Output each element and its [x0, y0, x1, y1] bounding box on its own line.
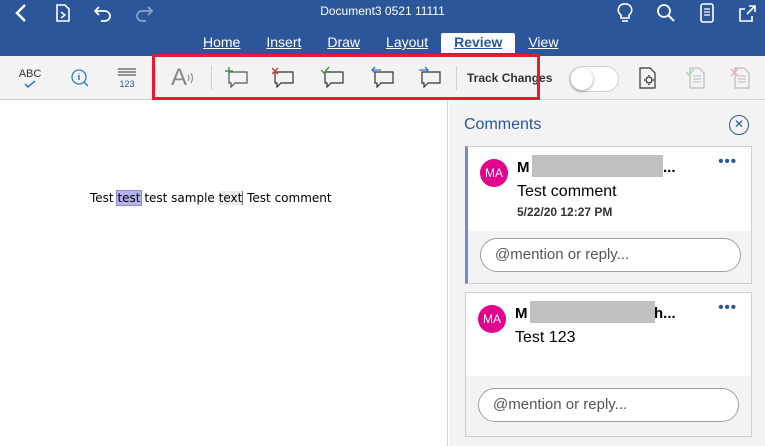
smart-lookup-button[interactable]	[66, 64, 94, 92]
lightbulb-icon[interactable]	[614, 2, 636, 24]
more-options-icon[interactable]: •••	[718, 299, 737, 316]
spelling-button[interactable]: ABC	[14, 64, 46, 92]
word-count-label: 123	[119, 79, 135, 89]
reply-area: @mention or reply...	[468, 231, 751, 283]
accept-change-button[interactable]	[682, 64, 710, 92]
comments-pane-title: Comments	[464, 116, 542, 133]
document-title: Document3 0521 11111	[320, 4, 445, 18]
comment-author-tail: h...	[654, 305, 676, 322]
document-settings-icon	[639, 67, 656, 89]
spelling-label: ABC	[18, 68, 42, 80]
tab-draw[interactable]: Draw	[314, 33, 373, 53]
markup-options-button[interactable]	[634, 64, 662, 92]
word-count-icon	[118, 68, 136, 76]
comment-timestamp: 5/22/20 12:27 PM	[517, 205, 613, 219]
close-icon[interactable]: ✕	[729, 115, 749, 135]
comment-author-tail: ...	[663, 159, 676, 176]
comment-card[interactable]: MA M h... ••• Test 123 @mention or reply…	[465, 292, 752, 437]
search-icon[interactable]	[655, 2, 677, 24]
smart-lookup-icon	[71, 69, 89, 87]
word-count-button[interactable]: 123	[112, 64, 142, 92]
comment-text: Test comment	[517, 183, 617, 200]
comment-author: M	[517, 159, 530, 176]
share-icon[interactable]	[736, 2, 758, 24]
accept-change-icon	[685, 67, 705, 89]
track-changes-toggle[interactable]	[569, 66, 619, 92]
ribbon-tabs: Home Insert Draw Layout Review View	[190, 33, 571, 53]
toggle-knob	[571, 68, 593, 90]
reject-change-button[interactable]	[727, 64, 755, 92]
avatar: MA	[478, 305, 506, 333]
tab-layout[interactable]: Layout	[373, 33, 441, 53]
tab-insert[interactable]: Insert	[253, 33, 314, 53]
reply-input[interactable]: @mention or reply...	[478, 388, 739, 422]
mobile-view-icon[interactable]	[696, 2, 718, 24]
comment-author: M	[515, 305, 528, 322]
tab-review[interactable]: Review	[441, 33, 516, 53]
doc-text-run: Test	[90, 191, 118, 205]
reject-change-icon	[730, 67, 750, 89]
more-options-icon[interactable]: •••	[718, 153, 737, 170]
document-paragraph[interactable]: Test test test sample text Test comment	[90, 190, 332, 206]
reply-area: @mention or reply...	[466, 376, 751, 436]
comments-pane: Comments ✕ MA M ... ••• Test comment 5/2…	[449, 101, 765, 446]
comment-text: Test 123	[515, 329, 576, 346]
commented-text[interactable]: test	[116, 190, 142, 206]
doc-text-run: test sample	[140, 191, 219, 205]
document-canvas[interactable]: Test test test sample text Test comment	[0, 101, 448, 446]
title-bar: Document3 0521 11111 Home Insert Draw La…	[0, 0, 765, 56]
tab-home[interactable]: Home	[190, 33, 253, 53]
doc-text-run: Test comment	[243, 191, 332, 205]
redacted-author-name	[530, 301, 655, 323]
commented-text[interactable]: text	[218, 191, 244, 205]
avatar: MA	[480, 159, 508, 187]
tab-view[interactable]: View	[515, 33, 571, 53]
comment-card[interactable]: MA M ... ••• Test comment 5/22/20 12:27 …	[465, 146, 752, 284]
annotation-highlight-box	[152, 54, 540, 100]
checkmark-icon	[24, 80, 36, 88]
reply-input[interactable]: @mention or reply...	[480, 238, 741, 272]
redacted-author-name	[532, 155, 663, 177]
